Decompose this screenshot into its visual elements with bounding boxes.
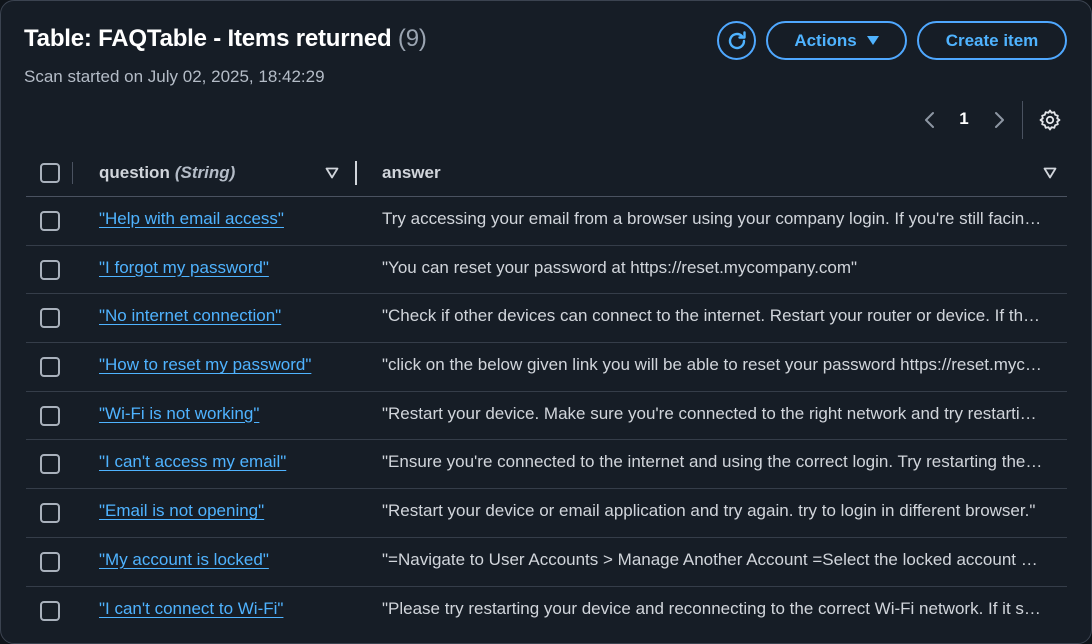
table-row: "Wi-Fi is not working" "Restart your devi… xyxy=(26,392,1067,441)
column-header-answer[interactable]: answer xyxy=(382,149,441,197)
answer-cell: "Please try restarting your device and r… xyxy=(382,598,1044,618)
table-body: "Help with email access" Try accessing yo… xyxy=(26,197,1067,635)
question-link[interactable]: "I forgot my password" xyxy=(99,258,269,278)
gear-icon xyxy=(1039,109,1061,131)
chevron-right-icon xyxy=(995,112,1004,128)
table-row: "Help with email access" Try accessing yo… xyxy=(26,197,1067,246)
previous-page-button[interactable] xyxy=(917,107,943,133)
refresh-button[interactable] xyxy=(717,21,756,60)
table-row: "I can't access my email" "Ensure you're … xyxy=(26,440,1067,490)
question-link[interactable]: "No internet connection" xyxy=(99,306,281,326)
column-resize-handle[interactable] xyxy=(355,161,357,185)
preferences-button[interactable] xyxy=(1037,107,1063,133)
question-link[interactable]: "How to reset my password" xyxy=(99,355,311,375)
table-row: "Email is not opening" "Restart your devi… xyxy=(26,489,1067,538)
table-row: "No internet connection" "Check if other … xyxy=(26,294,1067,344)
answer-cell: "Check if other devices can connect to t… xyxy=(382,306,1044,326)
answer-column-label: answer xyxy=(382,163,441,182)
item-count: (9) xyxy=(397,25,427,52)
create-item-button[interactable]: Create item xyxy=(917,21,1067,60)
select-all-cell xyxy=(40,149,60,197)
table-row: "I forgot my password" "You can reset you… xyxy=(26,246,1067,295)
sort-down-icon[interactable] xyxy=(325,167,339,179)
question-column-label: question xyxy=(99,163,170,182)
row-select-checkbox[interactable] xyxy=(40,308,60,329)
row-select-checkbox[interactable] xyxy=(40,357,60,378)
question-link[interactable]: "Email is not opening" xyxy=(99,501,264,521)
pagination-divider xyxy=(1022,101,1023,139)
row-select-checkbox[interactable] xyxy=(40,551,60,572)
answer-cell: Try accessing your email from a browser … xyxy=(382,209,1044,228)
row-select-checkbox[interactable] xyxy=(40,503,60,524)
chevron-left-icon xyxy=(925,112,934,128)
page-title: Table: FAQTable - Items returned (9) xyxy=(24,25,427,53)
row-select-checkbox[interactable] xyxy=(40,211,60,231)
sort-down-icon[interactable] xyxy=(1043,167,1057,179)
answer-cell: "=Navigate to User Accounts > Manage Ano… xyxy=(382,549,1044,569)
current-page-number[interactable]: 1 xyxy=(954,109,974,129)
actions-label: Actions xyxy=(794,30,857,50)
column-divider xyxy=(72,162,73,184)
select-all-checkbox[interactable] xyxy=(40,163,60,183)
row-select-checkbox[interactable] xyxy=(40,454,60,475)
row-select-checkbox[interactable] xyxy=(40,405,60,426)
answer-cell: "Restart your device. Make sure you're c… xyxy=(382,403,1044,423)
table-row: "I can't connect to Wi-Fi" "Please try re… xyxy=(26,587,1067,636)
table-row: "My account is locked" "=Navigate to User… xyxy=(26,538,1067,587)
title-text: Table: FAQTable - Items returned xyxy=(24,25,392,52)
answer-cell: "Restart your device or email applicatio… xyxy=(382,501,1036,521)
question-link[interactable]: "I can't connect to Wi-Fi" xyxy=(99,599,283,619)
refresh-icon xyxy=(728,30,746,49)
question-column-type: (String) xyxy=(174,163,236,182)
row-select-checkbox[interactable] xyxy=(40,259,60,280)
question-link[interactable]: "I can't access my email" xyxy=(99,452,286,472)
question-link[interactable]: "Help with email access" xyxy=(99,209,284,229)
items-panel: Table: FAQTable - Items returned (9) Sca… xyxy=(0,0,1092,644)
question-link[interactable]: "Wi-Fi is not working" xyxy=(99,404,259,424)
answer-cell: "Ensure you're connected to the internet… xyxy=(382,452,1044,472)
table-header: question (String) answer xyxy=(26,149,1067,197)
next-page-button[interactable] xyxy=(986,107,1012,133)
answer-cell: "You can reset your password at https://… xyxy=(382,257,858,277)
column-header-question[interactable]: question (String) xyxy=(99,149,235,197)
caret-down-icon xyxy=(866,36,879,45)
scan-timestamp: Scan started on July 02, 2025, 18:42:29 xyxy=(24,67,325,86)
question-link[interactable]: "My account is locked" xyxy=(99,550,269,570)
actions-dropdown-button[interactable]: Actions xyxy=(766,21,907,60)
table-row: "How to reset my password" "click on the … xyxy=(26,343,1067,392)
answer-cell: "click on the below given link you will … xyxy=(382,355,1044,375)
row-select-checkbox[interactable] xyxy=(40,600,60,621)
